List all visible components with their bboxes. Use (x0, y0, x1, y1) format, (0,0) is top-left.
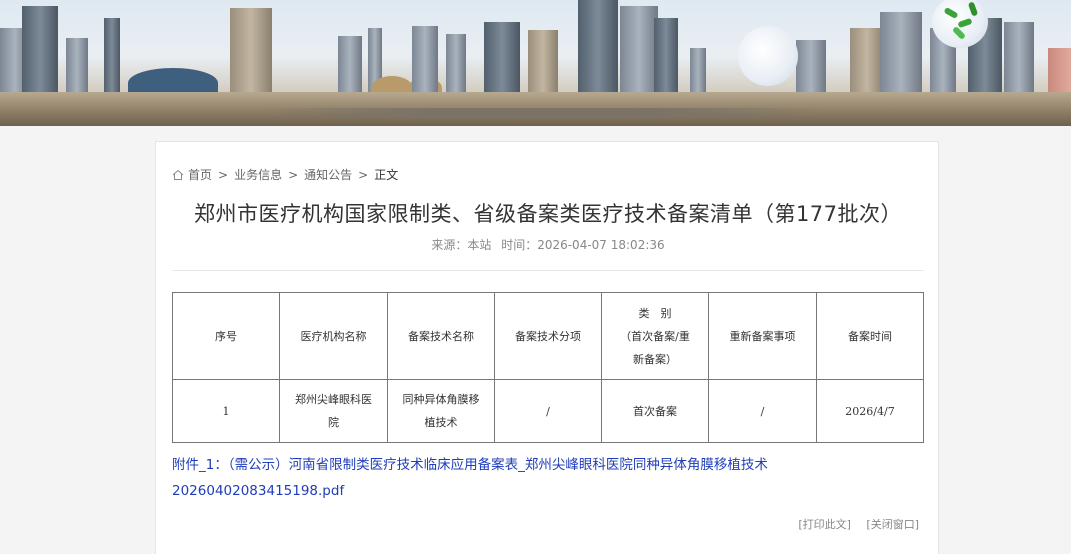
article-actions: [打印此文] [关闭窗口] (798, 516, 919, 532)
breadcrumb-current: 正文 (374, 168, 399, 182)
cell-technology: 同种异体角膜移植技术 (387, 379, 495, 443)
article-meta: 来源：本站 时间：2026-04-07 18:02:36 (156, 236, 940, 253)
divider (172, 270, 924, 271)
cell-institution: 郑州尖峰眼科医院 (279, 379, 388, 443)
header-filing-time: 备案时间 (816, 292, 924, 380)
header-category-line1: 类 别 (638, 306, 672, 320)
table-header-row: 序号 医疗机构名称 备案技术名称 备案技术分项 类 别 （首次备案/重新备案） … (172, 292, 924, 380)
header-category-line2: （首次备案/重新备案） (620, 329, 690, 366)
article-source: 来源：本站 (431, 238, 492, 252)
cell-refile-items: / (708, 379, 817, 443)
header-refile-items: 重新备案事项 (708, 292, 817, 380)
breadcrumb-separator: > (288, 167, 299, 182)
attachment-link[interactable]: 附件_1：（需公示）河南省限制类医疗技术临床应用备案表_郑州尖峰眼科医院同种异体… (172, 452, 912, 504)
header-category: 类 别 （首次备案/重新备案） (601, 292, 709, 380)
cell-index: 1 (172, 379, 280, 443)
close-window-button[interactable]: [关闭窗口] (866, 518, 919, 531)
page-title: 郑州市医疗机构国家限制类、省级备案类医疗技术备案清单（第177批次） (193, 202, 903, 226)
print-button[interactable]: [打印此文] (798, 518, 851, 531)
breadcrumb-home[interactable]: 首页 (188, 166, 212, 183)
article-time: 时间：2026-04-07 18:02:36 (501, 238, 665, 252)
breadcrumb-business-info[interactable]: 业务信息 (234, 166, 282, 183)
cell-filing-time: 2026/4/7 (816, 379, 924, 443)
article-card: 首页 > 业务信息 > 通知公告 > 正文 郑州市医疗机构国家限制类、省级备案类… (155, 141, 939, 554)
breadcrumb-notices[interactable]: 通知公告 (304, 166, 352, 183)
header-institution: 医疗机构名称 (279, 292, 388, 380)
home-icon[interactable] (172, 169, 184, 181)
cell-category: 首次备案 (601, 379, 709, 443)
table-row: 1 郑州尖峰眼科医院 同种异体角膜移植技术 / 首次备案 / 2026/4/7 (172, 379, 924, 443)
cell-sub-item: / (494, 379, 602, 443)
breadcrumb: 首页 > 业务信息 > 通知公告 > 正文 (172, 166, 398, 183)
filing-table: 序号 医疗机构名称 备案技术名称 备案技术分项 类 别 （首次备案/重新备案） … (172, 292, 924, 443)
header-sub-item: 备案技术分项 (494, 292, 602, 380)
header-index: 序号 (172, 292, 280, 380)
breadcrumb-separator: > (358, 167, 369, 182)
breadcrumb-separator: > (218, 167, 229, 182)
header-technology: 备案技术名称 (387, 292, 495, 380)
header-banner (0, 0, 1071, 126)
